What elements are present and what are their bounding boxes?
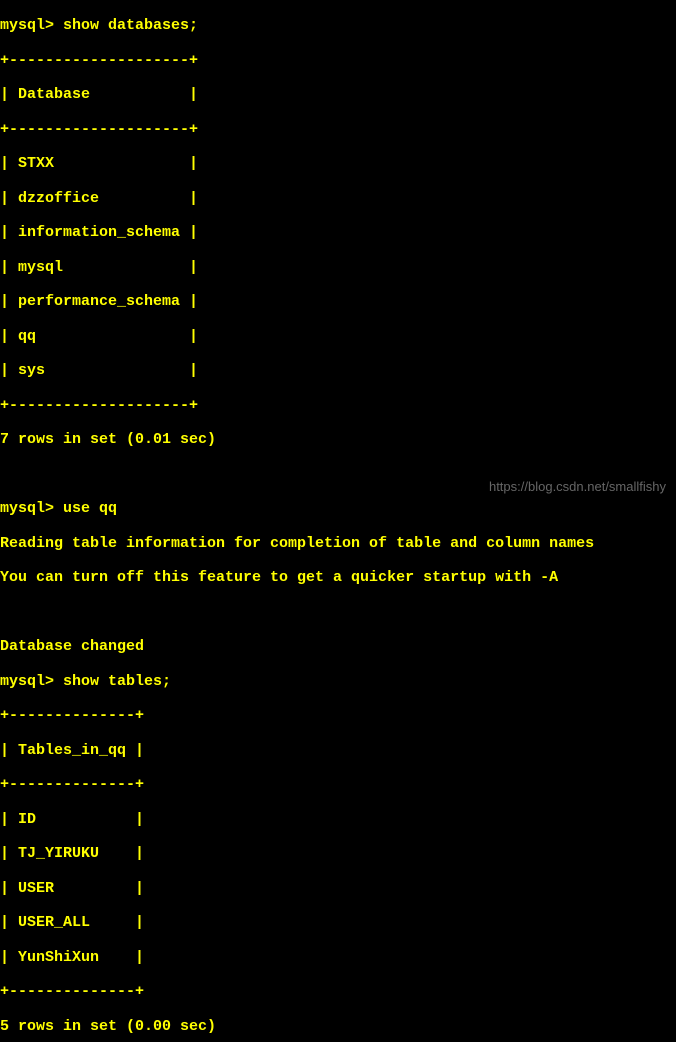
- table-border: +--------------+: [0, 707, 676, 724]
- table-row: | ID |: [0, 811, 676, 828]
- table-row: | TJ_YIRUKU |: [0, 845, 676, 862]
- result-footer: 7 rows in set (0.01 sec): [0, 431, 676, 448]
- table-row: | dzzoffice |: [0, 190, 676, 207]
- table-row: | mysql |: [0, 259, 676, 276]
- table-border: +--------------+: [0, 983, 676, 1000]
- table-row: | USER_ALL |: [0, 914, 676, 931]
- prompt: mysql>: [0, 17, 54, 34]
- blank-line: [0, 604, 676, 621]
- table-row: | YunShiXun |: [0, 949, 676, 966]
- table-header: | Tables_in_qq |: [0, 742, 676, 759]
- command-show-tables: show tables;: [63, 673, 171, 690]
- table-row: | qq |: [0, 328, 676, 345]
- prompt: mysql>: [0, 673, 54, 690]
- table-header: | Database |: [0, 86, 676, 103]
- table-border: +--------------+: [0, 776, 676, 793]
- mysql-terminal[interactable]: mysql> show databases; +----------------…: [0, 0, 676, 1042]
- table-row: | STXX |: [0, 155, 676, 172]
- status-message: Database changed: [0, 638, 676, 655]
- table-row: | information_schema |: [0, 224, 676, 241]
- result-footer: 5 rows in set (0.00 sec): [0, 1018, 676, 1035]
- table-border: +--------------------+: [0, 397, 676, 414]
- info-message: Reading table information for completion…: [0, 535, 676, 552]
- command-show-databases: show databases;: [63, 17, 198, 34]
- table-border: +--------------------+: [0, 121, 676, 138]
- watermark: https://blog.csdn.net/smallfishy: [489, 480, 666, 495]
- table-row: | sys |: [0, 362, 676, 379]
- prompt: mysql>: [0, 500, 54, 517]
- table-row: | USER |: [0, 880, 676, 897]
- table-row: | performance_schema |: [0, 293, 676, 310]
- info-message: You can turn off this feature to get a q…: [0, 569, 676, 586]
- table-border: +--------------------+: [0, 52, 676, 69]
- command-use-qq: use qq: [63, 500, 117, 517]
